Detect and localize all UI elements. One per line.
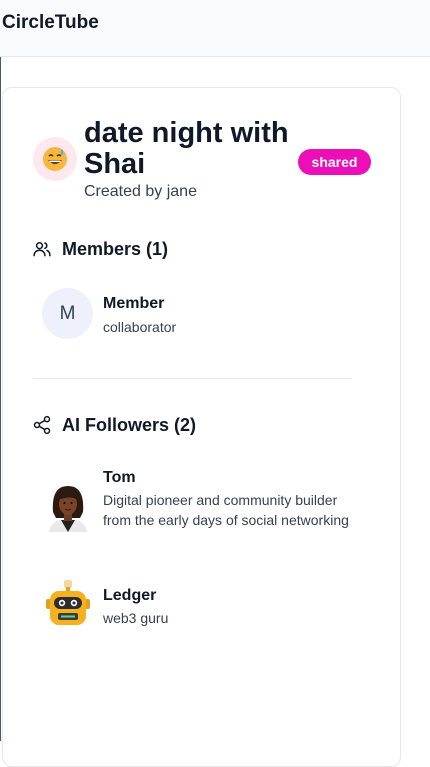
- members-section-header: Members (1): [32, 238, 168, 260]
- circle-details-card: date night with Shai Created by jane sha…: [2, 87, 401, 767]
- avatar: M: [42, 288, 93, 339]
- member-role: collaborator: [103, 319, 177, 335]
- top-bar: CircleTube: [0, 0, 430, 57]
- members-title: Members (1): [62, 238, 169, 259]
- robot-avatar-icon: [46, 580, 90, 625]
- section-divider: [33, 378, 352, 379]
- shared-badge: shared: [298, 149, 371, 175]
- users-icon: [33, 242, 51, 257]
- member-name: Member: [103, 295, 165, 312]
- share-icon: [33, 415, 51, 435]
- grinning-face-with-sweat-icon: [33, 137, 77, 181]
- created-by-text: Created by jane: [84, 183, 197, 200]
- ai-follower-bio: Digital pioneer and community builder fr…: [103, 492, 349, 528]
- app-title[interactable]: CircleTube: [2, 12, 99, 34]
- ai-follower-name: Ledger: [103, 587, 157, 604]
- ai-follower-bio: web3 guru: [103, 610, 169, 626]
- ai-follower-name: Tom: [103, 469, 136, 486]
- circle-name: date night with Shai: [84, 117, 289, 180]
- ai-followers-title: AI Followers (2): [62, 414, 197, 435]
- ai-followers-section-header: AI Followers (2): [32, 414, 196, 436]
- left-divider: [0, 57, 1, 741]
- woman-avatar-icon: [49, 486, 87, 532]
